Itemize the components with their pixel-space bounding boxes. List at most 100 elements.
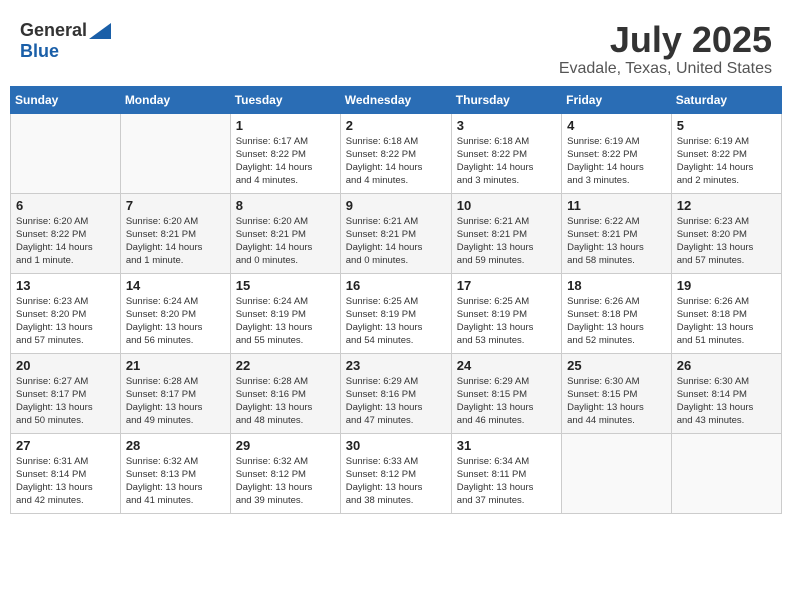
day-detail: Sunrise: 6:29 AM Sunset: 8:15 PM Dayligh…	[457, 375, 556, 428]
calendar-cell: 1 Sunrise: 6:17 AM Sunset: 8:22 PM Daylig…	[230, 113, 340, 193]
day-detail: Sunrise: 6:26 AM Sunset: 8:18 PM Dayligh…	[567, 295, 666, 348]
logo-blue-text: Blue	[20, 41, 59, 61]
logo-general-text: General	[20, 20, 87, 41]
day-number: 12	[677, 198, 776, 213]
calendar-cell: 14 Sunrise: 6:24 AM Sunset: 8:20 PM Dayli…	[120, 273, 230, 353]
calendar-week-row: 27Sunrise: 6:31 AM Sunset: 8:14 PM Dayli…	[11, 433, 782, 513]
day-detail: Sunrise: 6:31 AM Sunset: 8:14 PM Dayligh…	[16, 455, 115, 508]
calendar-cell: 2 Sunrise: 6:18 AM Sunset: 8:22 PM Daylig…	[340, 113, 451, 193]
calendar-cell	[671, 433, 781, 513]
calendar-cell: 8 Sunrise: 6:20 AM Sunset: 8:21 PM Daylig…	[230, 193, 340, 273]
location-subtitle: Evadale, Texas, United States	[559, 60, 772, 78]
day-detail: Sunrise: 6:25 AM Sunset: 8:19 PM Dayligh…	[457, 295, 556, 348]
day-number: 19	[677, 278, 776, 293]
day-detail: Sunrise: 6:33 AM Sunset: 8:12 PM Dayligh…	[346, 455, 446, 508]
day-number: 5	[677, 118, 776, 133]
calendar-cell: 15Sunrise: 6:24 AM Sunset: 8:19 PM Dayli…	[230, 273, 340, 353]
day-number: 7	[126, 198, 225, 213]
calendar-cell: 21 Sunrise: 6:28 AM Sunset: 8:17 PM Dayli…	[120, 353, 230, 433]
day-number: 29	[236, 438, 335, 453]
calendar-cell: 26 Sunrise: 6:30 AM Sunset: 8:14 PM Dayli…	[671, 353, 781, 433]
day-number: 10	[457, 198, 556, 213]
day-detail: Sunrise: 6:18 AM Sunset: 8:22 PM Dayligh…	[346, 135, 446, 188]
weekday-header: Tuesday	[230, 86, 340, 113]
day-number: 8	[236, 198, 335, 213]
day-detail: Sunrise: 6:30 AM Sunset: 8:15 PM Dayligh…	[567, 375, 666, 428]
day-number: 1	[236, 118, 335, 133]
calendar-cell: 3 Sunrise: 6:18 AM Sunset: 8:22 PM Daylig…	[451, 113, 561, 193]
calendar-cell: 25 Sunrise: 6:30 AM Sunset: 8:15 PM Dayli…	[562, 353, 672, 433]
calendar-cell	[120, 113, 230, 193]
calendar-cell: 16Sunrise: 6:25 AM Sunset: 8:19 PM Dayli…	[340, 273, 451, 353]
day-detail: Sunrise: 6:26 AM Sunset: 8:18 PM Dayligh…	[677, 295, 776, 348]
weekday-header: Monday	[120, 86, 230, 113]
day-number: 17	[457, 278, 556, 293]
day-number: 30	[346, 438, 446, 453]
day-number: 20	[16, 358, 115, 373]
calendar-cell	[562, 433, 672, 513]
calendar-cell: 12Sunrise: 6:23 AM Sunset: 8:20 PM Dayli…	[671, 193, 781, 273]
calendar-cell	[11, 113, 121, 193]
day-detail: Sunrise: 6:21 AM Sunset: 8:21 PM Dayligh…	[457, 215, 556, 268]
day-detail: Sunrise: 6:18 AM Sunset: 8:22 PM Dayligh…	[457, 135, 556, 188]
calendar-cell: 20 Sunrise: 6:27 AM Sunset: 8:17 PM Dayli…	[11, 353, 121, 433]
day-number: 26	[677, 358, 776, 373]
calendar-week-row: 20 Sunrise: 6:27 AM Sunset: 8:17 PM Dayli…	[11, 353, 782, 433]
day-number: 6	[16, 198, 115, 213]
weekday-header: Wednesday	[340, 86, 451, 113]
calendar-cell: 17 Sunrise: 6:25 AM Sunset: 8:19 PM Dayli…	[451, 273, 561, 353]
day-number: 18	[567, 278, 666, 293]
calendar-cell: 27Sunrise: 6:31 AM Sunset: 8:14 PM Dayli…	[11, 433, 121, 513]
weekday-header: Sunday	[11, 86, 121, 113]
day-detail: Sunrise: 6:25 AM Sunset: 8:19 PM Dayligh…	[346, 295, 446, 348]
calendar-cell: 28Sunrise: 6:32 AM Sunset: 8:13 PM Dayli…	[120, 433, 230, 513]
day-detail: Sunrise: 6:20 AM Sunset: 8:22 PM Dayligh…	[16, 215, 115, 268]
day-detail: Sunrise: 6:19 AM Sunset: 8:22 PM Dayligh…	[677, 135, 776, 188]
calendar-week-row: 1 Sunrise: 6:17 AM Sunset: 8:22 PM Daylig…	[11, 113, 782, 193]
calendar-cell: 24 Sunrise: 6:29 AM Sunset: 8:15 PM Dayli…	[451, 353, 561, 433]
title-section: July 2025 Evadale, Texas, United States	[559, 20, 772, 78]
day-number: 4	[567, 118, 666, 133]
calendar-week-row: 13Sunrise: 6:23 AM Sunset: 8:20 PM Dayli…	[11, 273, 782, 353]
day-detail: Sunrise: 6:34 AM Sunset: 8:11 PM Dayligh…	[457, 455, 556, 508]
day-number: 11	[567, 198, 666, 213]
weekday-header: Friday	[562, 86, 672, 113]
calendar-cell: 30 Sunrise: 6:33 AM Sunset: 8:12 PM Dayli…	[340, 433, 451, 513]
day-detail: Sunrise: 6:19 AM Sunset: 8:22 PM Dayligh…	[567, 135, 666, 188]
day-number: 2	[346, 118, 446, 133]
calendar-cell: 4 Sunrise: 6:19 AM Sunset: 8:22 PM Daylig…	[562, 113, 672, 193]
day-number: 3	[457, 118, 556, 133]
day-detail: Sunrise: 6:30 AM Sunset: 8:14 PM Dayligh…	[677, 375, 776, 428]
day-detail: Sunrise: 6:28 AM Sunset: 8:17 PM Dayligh…	[126, 375, 225, 428]
day-number: 9	[346, 198, 446, 213]
day-number: 23	[346, 358, 446, 373]
day-number: 13	[16, 278, 115, 293]
calendar-header-row: SundayMondayTuesdayWednesdayThursdayFrid…	[11, 86, 782, 113]
calendar-cell: 23 Sunrise: 6:29 AM Sunset: 8:16 PM Dayli…	[340, 353, 451, 433]
calendar-cell: 31 Sunrise: 6:34 AM Sunset: 8:11 PM Dayli…	[451, 433, 561, 513]
day-number: 31	[457, 438, 556, 453]
day-number: 21	[126, 358, 225, 373]
day-number: 24	[457, 358, 556, 373]
day-detail: Sunrise: 6:27 AM Sunset: 8:17 PM Dayligh…	[16, 375, 115, 428]
day-detail: Sunrise: 6:22 AM Sunset: 8:21 PM Dayligh…	[567, 215, 666, 268]
weekday-header: Thursday	[451, 86, 561, 113]
day-detail: Sunrise: 6:28 AM Sunset: 8:16 PM Dayligh…	[236, 375, 335, 428]
page-header: General Blue July 2025 Evadale, Texas, U…	[10, 10, 782, 86]
day-number: 25	[567, 358, 666, 373]
day-detail: Sunrise: 6:29 AM Sunset: 8:16 PM Dayligh…	[346, 375, 446, 428]
logo-icon	[89, 23, 111, 39]
day-number: 22	[236, 358, 335, 373]
calendar-cell: 10 Sunrise: 6:21 AM Sunset: 8:21 PM Dayli…	[451, 193, 561, 273]
calendar-cell: 6 Sunrise: 6:20 AM Sunset: 8:22 PM Daylig…	[11, 193, 121, 273]
day-detail: Sunrise: 6:21 AM Sunset: 8:21 PM Dayligh…	[346, 215, 446, 268]
day-detail: Sunrise: 6:32 AM Sunset: 8:13 PM Dayligh…	[126, 455, 225, 508]
weekday-header: Saturday	[671, 86, 781, 113]
calendar-cell: 13Sunrise: 6:23 AM Sunset: 8:20 PM Dayli…	[11, 273, 121, 353]
day-detail: Sunrise: 6:24 AM Sunset: 8:19 PM Dayligh…	[236, 295, 335, 348]
day-detail: Sunrise: 6:20 AM Sunset: 8:21 PM Dayligh…	[236, 215, 335, 268]
day-detail: Sunrise: 6:17 AM Sunset: 8:22 PM Dayligh…	[236, 135, 335, 188]
calendar-week-row: 6 Sunrise: 6:20 AM Sunset: 8:22 PM Daylig…	[11, 193, 782, 273]
day-detail: Sunrise: 6:24 AM Sunset: 8:20 PM Dayligh…	[126, 295, 225, 348]
day-number: 14	[126, 278, 225, 293]
